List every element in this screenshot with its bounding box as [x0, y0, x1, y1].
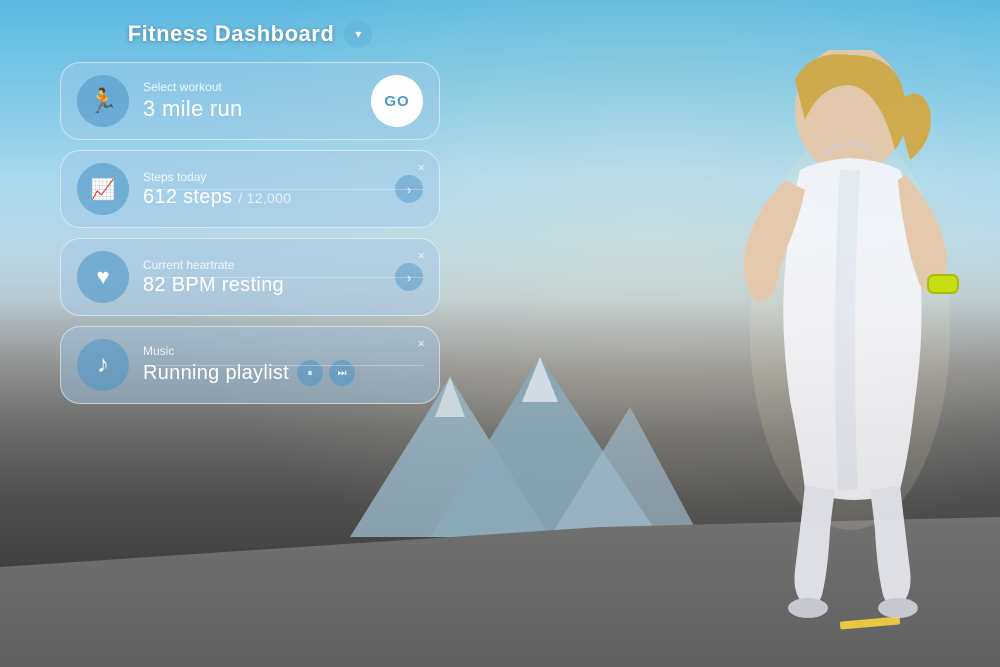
pause-button[interactable]: ⏸	[297, 360, 323, 386]
music-close-button[interactable]: ×	[417, 337, 425, 350]
heartrate-close-button[interactable]: ×	[417, 249, 425, 262]
music-value-row: Running playlist ⏸ ⏭	[143, 360, 423, 386]
dashboard-header: Fitness Dashboard ▾	[60, 20, 440, 48]
dropdown-button[interactable]: ▾	[344, 20, 372, 48]
music-divider	[143, 365, 423, 366]
skip-button[interactable]: ⏭	[329, 360, 355, 386]
workout-label: Select workout	[143, 80, 357, 94]
heart-icon: ♥	[96, 264, 109, 290]
steps-close-button[interactable]: ×	[417, 161, 425, 174]
music-note-icon: ♪	[97, 351, 109, 379]
heartrate-label: Current heartrate	[143, 258, 381, 272]
workout-icon-circle: 🏃	[77, 75, 129, 127]
music-label: Music	[143, 344, 423, 358]
steps-content: Steps today 612 steps / 12,000	[143, 170, 381, 209]
steps-divider	[143, 189, 423, 190]
steps-label: Steps today	[143, 170, 381, 184]
steps-icon: 📈	[91, 177, 116, 202]
steps-card: 📈 Steps today 612 steps / 12,000 × ›	[60, 150, 440, 228]
music-content: Music Running playlist ⏸ ⏭	[143, 344, 423, 386]
music-controls: ⏸ ⏭	[297, 360, 355, 386]
heartrate-content: Current heartrate 82 BPM resting	[143, 258, 381, 297]
runner-figure	[590, 50, 970, 630]
workout-card: 🏃 Select workout 3 mile run GO	[60, 62, 440, 140]
dashboard: Fitness Dashboard ▾ 🏃 Select workout 3 m…	[60, 20, 440, 414]
heartrate-icon-circle: ♥	[77, 251, 129, 303]
heartrate-card: ♥ Current heartrate 82 BPM resting × ›	[60, 238, 440, 316]
music-card: ♪ Music Running playlist ⏸ ⏭ ×	[60, 326, 440, 404]
run-icon: 🏃	[88, 87, 118, 116]
heartrate-divider	[143, 277, 423, 278]
go-button[interactable]: GO	[371, 75, 423, 127]
steps-icon-circle: 📈	[77, 163, 129, 215]
music-icon-circle: ♪	[77, 339, 129, 391]
workout-value: 3 mile run	[143, 96, 357, 122]
workout-content: Select workout 3 mile run	[143, 80, 357, 122]
dashboard-title: Fitness Dashboard	[128, 21, 335, 47]
